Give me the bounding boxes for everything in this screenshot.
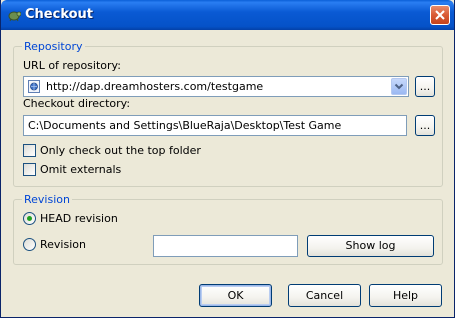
revision-option[interactable]: Revision	[23, 237, 103, 252]
checkout-directory-label: Checkout directory:	[23, 97, 131, 110]
cancel-button[interactable]: Cancel	[288, 284, 361, 307]
revision-legend: Revision	[22, 193, 72, 206]
close-icon	[435, 10, 445, 20]
radio-selected-indicator	[27, 216, 32, 221]
head-revision-radio[interactable]	[23, 212, 36, 225]
revision-input[interactable]	[153, 235, 298, 257]
ok-button[interactable]: OK	[199, 284, 272, 307]
url-dropdown-button[interactable]	[391, 78, 407, 95]
head-revision-label: HEAD revision	[40, 212, 118, 225]
url-combobox[interactable]: http://dap.dreamhosters.com/testgame	[23, 76, 409, 97]
close-button[interactable]	[430, 5, 450, 25]
omit-externals-option[interactable]: Omit externals	[23, 162, 143, 177]
repository-legend: Repository	[22, 40, 85, 53]
checkout-directory-input[interactable]: C:\Documents and Settings\BlueRaja\Deskt…	[23, 115, 407, 136]
revision-radio[interactable]	[23, 238, 36, 251]
checkout-dialog: Checkout Repository URL of repository: h…	[0, 0, 455, 318]
head-revision-option[interactable]: HEAD revision	[23, 211, 133, 226]
url-value: http://dap.dreamhosters.com/testgame	[46, 80, 264, 93]
help-button[interactable]: Help	[369, 284, 442, 307]
title-bar[interactable]: Checkout	[1, 0, 454, 30]
tortoise-icon	[7, 8, 22, 22]
window-title: Checkout	[25, 7, 94, 22]
only-top-folder-checkbox[interactable]	[23, 144, 36, 157]
url-label: URL of repository:	[23, 59, 121, 72]
url-browse-button[interactable]: ...	[415, 76, 435, 97]
show-log-button[interactable]: Show log	[307, 235, 434, 257]
repository-page-icon	[28, 80, 40, 93]
only-top-folder-label: Only check out the top folder	[40, 144, 201, 157]
omit-externals-checkbox[interactable]	[23, 163, 36, 176]
only-top-folder-option[interactable]: Only check out the top folder	[23, 143, 213, 158]
omit-externals-label: Omit externals	[40, 163, 122, 176]
revision-label: Revision	[40, 238, 86, 251]
directory-browse-button[interactable]: ...	[415, 115, 435, 136]
chevron-down-icon	[394, 83, 404, 90]
